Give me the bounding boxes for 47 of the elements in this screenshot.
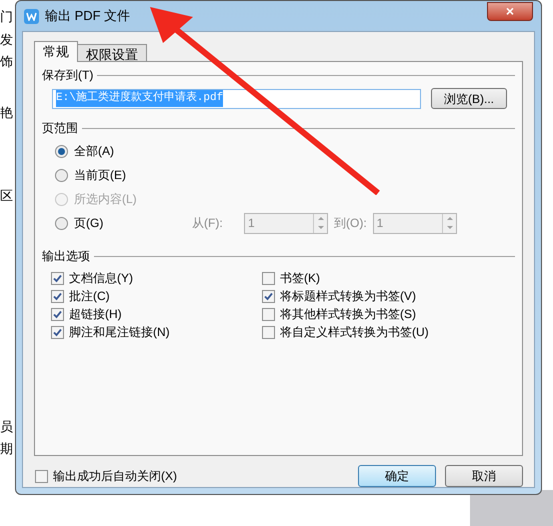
checkbox[interactable] xyxy=(51,272,64,284)
to-label: 到(O): xyxy=(334,215,367,232)
document-text: 发 xyxy=(0,33,14,46)
section-heading: 输出选项 xyxy=(42,248,90,265)
document-text: 区 xyxy=(0,189,14,202)
spinner-arrows-icon xyxy=(313,214,327,232)
checkmark-icon xyxy=(264,292,273,300)
checkbox-label: 将其他样式转换为书签(S) xyxy=(280,306,416,323)
checkbox-label: 批注(C) xyxy=(69,288,110,305)
checkbox[interactable] xyxy=(262,290,275,302)
checkbox-label: 书签(K) xyxy=(280,270,320,287)
checkbox-label: 超链接(H) xyxy=(69,306,122,323)
checkbox-label: 将自定义样式转换为书签(U) xyxy=(280,324,429,341)
browse-button[interactable]: 浏览(B)... xyxy=(431,88,507,109)
radio-button[interactable] xyxy=(55,144,68,158)
checkbox-label: 文档信息(Y) xyxy=(69,270,133,287)
section-heading: 保存到(T) xyxy=(42,67,94,84)
radio-label: 全部(A) xyxy=(74,143,114,160)
checkbox[interactable] xyxy=(51,308,64,320)
document-text: 员 xyxy=(0,420,14,433)
document-text: 期 xyxy=(0,442,14,455)
spinner-arrows-icon xyxy=(442,214,456,232)
document-text: 门 xyxy=(0,10,14,23)
checkbox[interactable] xyxy=(35,470,48,482)
document-text: 饰 xyxy=(0,55,14,68)
dialog-button[interactable]: 确定 xyxy=(358,465,436,487)
dialog-button[interactable]: 取消 xyxy=(445,465,523,487)
checkbox[interactable] xyxy=(262,272,275,284)
checkbox[interactable] xyxy=(262,308,275,320)
checkbox-label: 输出成功后自动关闭(X) xyxy=(53,468,177,485)
checkbox-label: 脚注和尾注链接(N) xyxy=(69,324,170,341)
from-label: 从(F): xyxy=(192,215,224,232)
app-logo-icon xyxy=(24,8,39,24)
checkbox[interactable] xyxy=(51,326,64,338)
window-title: 输出 PDF 文件 xyxy=(45,7,130,26)
tab[interactable]: 常规 xyxy=(34,41,78,62)
document-text: 艳 xyxy=(0,106,14,119)
checkbox-label: 将标题样式转换为书签(V) xyxy=(280,288,416,305)
checkbox[interactable] xyxy=(51,290,64,302)
checkbox[interactable] xyxy=(262,326,275,338)
section-heading: 页范围 xyxy=(42,120,78,137)
radio-button[interactable] xyxy=(55,168,68,182)
tab[interactable]: 权限设置 xyxy=(77,44,147,62)
radio-button[interactable] xyxy=(55,216,68,230)
radio-label: 所选内容(L) xyxy=(74,191,137,208)
radio-label: 当前页(E) xyxy=(74,167,126,184)
radio-label: 页(G) xyxy=(74,215,104,232)
